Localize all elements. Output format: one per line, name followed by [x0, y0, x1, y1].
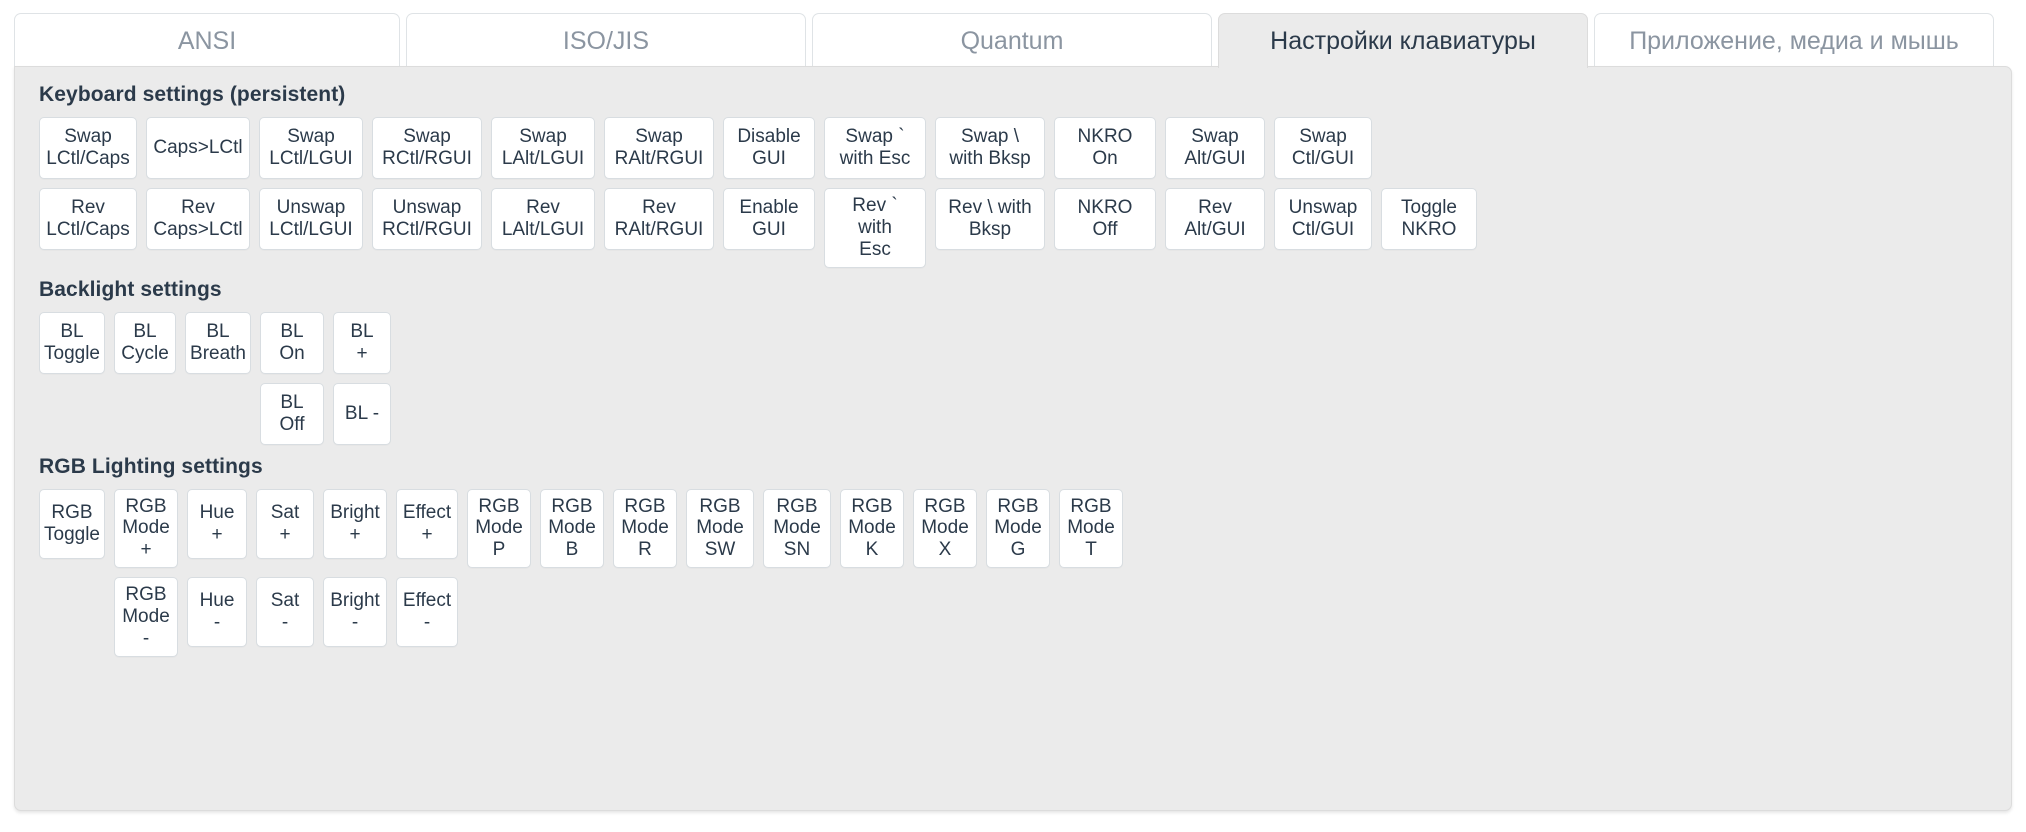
key-button-rgb-mode-r[interactable]: RGB Mode R	[613, 488, 677, 569]
key-button-sat[interactable]: Sat -	[256, 577, 314, 648]
tab-ansi[interactable]: ANSI	[14, 13, 400, 68]
key-button-bl-cycle[interactable]: BL Cycle	[114, 311, 176, 374]
tab-iso-jis[interactable]: ISO/JIS	[406, 13, 806, 68]
key-button-bright[interactable]: Bright -	[323, 577, 387, 648]
key-button-rev-with-bksp[interactable]: Rev \ with Bksp	[935, 188, 1045, 250]
key-button-hue-+[interactable]: Hue +	[187, 488, 247, 559]
key-button-disable-gui[interactable]: Disable GUI	[723, 117, 815, 179]
key-button-rev-alt-gui[interactable]: Rev Alt/GUI	[1165, 188, 1265, 250]
key-row: BL Off BL -	[39, 382, 1993, 445]
key-button-rev-ralt-rgui[interactable]: Rev RAlt/RGUI	[604, 188, 714, 250]
key-button-unswap-lctl-lgui[interactable]: Unswap LCtl/LGUI	[259, 188, 363, 250]
key-button-rgb-mode-x[interactable]: RGB Mode X	[913, 488, 977, 569]
key-button-rgb-mode-p[interactable]: RGB Mode P	[467, 488, 531, 569]
key-button-rev-caps-lctl[interactable]: Rev Caps>LCtl	[146, 188, 250, 250]
key-button-nkro-off[interactable]: NKRO Off	[1054, 188, 1156, 250]
key-row: BL Toggle BL Cycle BL Breath BL On BL +	[39, 311, 1993, 374]
key-button-rgb-mode-sw[interactable]: RGB Mode SW	[686, 488, 754, 569]
key-button-swap-lalt-lgui[interactable]: Swap LAlt/LGUI	[491, 117, 595, 179]
key-button-nkro-on[interactable]: NKRO On	[1054, 117, 1156, 179]
tab-app-media-mouse[interactable]: Приложение, медиа и мышь	[1594, 13, 1994, 68]
keyboard-settings-panel: Keyboard settings (persistent) Swap LCtl/…	[14, 66, 2012, 811]
key-button-swap-ralt-rgui[interactable]: Swap RAlt/RGUI	[604, 117, 714, 179]
key-button-rgb-mode-b[interactable]: RGB Mode B	[540, 488, 604, 569]
key-button-sat-+[interactable]: Sat +	[256, 488, 314, 559]
key-button-swap-ctl-gui[interactable]: Swap Ctl/GUI	[1274, 117, 1372, 179]
key-spacer	[114, 383, 176, 445]
key-button-rgb-mode-k[interactable]: RGB Mode K	[840, 488, 904, 569]
key-button-caps-lctl[interactable]: Caps>LCtl	[146, 117, 250, 179]
key-row: RGB Mode - Hue - Sat - Bright - Effect -	[39, 577, 1993, 657]
key-button-bl-off[interactable]: BL Off	[260, 382, 324, 445]
key-button-bl[interactable]: BL -	[333, 382, 391, 445]
key-row: Swap LCtl/Caps Caps>LCtl Swap LCtl/LGUI Swa…	[39, 117, 1993, 179]
keyboard-settings-section-title: Keyboard settings (persistent)	[39, 83, 346, 106]
key-button-bl-+[interactable]: BL +	[333, 311, 391, 374]
key-button-swap-lctl-caps[interactable]: Swap LCtl/Caps	[39, 117, 137, 179]
sections-container: Keyboard settings (persistent) Swap LCtl/…	[33, 83, 1993, 657]
key-button-swap-alt-gui[interactable]: Swap Alt/GUI	[1165, 117, 1265, 179]
key-button-rev-lalt-lgui[interactable]: Rev LAlt/LGUI	[491, 188, 595, 250]
key-button-unswap-ctl-gui[interactable]: Unswap Ctl/GUI	[1274, 188, 1372, 250]
key-spacer	[185, 383, 251, 445]
key-spacer	[39, 577, 105, 647]
key-button-effect[interactable]: Effect -	[396, 577, 458, 648]
keyboard-configurator-window: ANSI ISO/JIS Quantum Настройки клавиатуры Пр…	[0, 0, 2026, 832]
key-button-swap-with-bksp[interactable]: Swap \ with Bksp	[935, 117, 1045, 179]
tab-bar: ANSI ISO/JIS Quantum Настройки клавиатуры Пр…	[14, 10, 2012, 68]
key-button-rgb-mode-+[interactable]: RGB Mode +	[114, 488, 178, 569]
key-button-swap-rctl-rgui[interactable]: Swap RCtl/RGUI	[372, 117, 482, 179]
key-button-unswap-rctl-rgui[interactable]: Unswap RCtl/RGUI	[372, 188, 482, 250]
key-button-toggle-nkro[interactable]: Toggle NKRO	[1381, 188, 1477, 250]
tab-quantum[interactable]: Quantum	[812, 13, 1212, 68]
key-button-rev-lctl-caps[interactable]: Rev LCtl/Caps	[39, 188, 137, 250]
key-button-bl-on[interactable]: BL On	[260, 311, 324, 374]
key-button-effect-+[interactable]: Effect +	[396, 488, 458, 559]
key-button-rgb-mode-t[interactable]: RGB Mode T	[1059, 488, 1123, 569]
key-row: Rev LCtl/Caps Rev Caps>LCtl Unswap LCtl/LG…	[39, 188, 1993, 268]
key-button-swap-lctl-lgui[interactable]: Swap LCtl/LGUI	[259, 117, 363, 179]
rgb-lighting-settings-section-title: RGB Lighting settings	[39, 454, 263, 478]
key-button-bl-breath[interactable]: BL Breath	[185, 311, 251, 374]
backlight-settings-section-title: Backlight settings	[39, 277, 222, 301]
key-button-swap-with-esc[interactable]: Swap ` with Esc	[824, 117, 926, 179]
key-row: RGB Toggle RGB Mode + Hue + Sat + Bright + Ef…	[39, 488, 1993, 569]
tab-keyboard-settings[interactable]: Настройки клавиатуры	[1218, 13, 1588, 68]
key-spacer	[39, 383, 105, 445]
key-button-bl-toggle[interactable]: BL Toggle	[39, 311, 105, 374]
key-button-enable-gui[interactable]: Enable GUI	[723, 188, 815, 250]
key-button-rgb-mode[interactable]: RGB Mode -	[114, 577, 178, 657]
key-button-rev-with-esc[interactable]: Rev ` with Esc	[824, 188, 926, 268]
key-button-hue[interactable]: Hue -	[187, 577, 247, 648]
key-button-bright-+[interactable]: Bright +	[323, 488, 387, 559]
key-button-rgb-mode-sn[interactable]: RGB Mode SN	[763, 488, 831, 569]
key-button-rgb-mode-g[interactable]: RGB Mode G	[986, 488, 1050, 569]
key-button-rgb-toggle[interactable]: RGB Toggle	[39, 488, 105, 559]
